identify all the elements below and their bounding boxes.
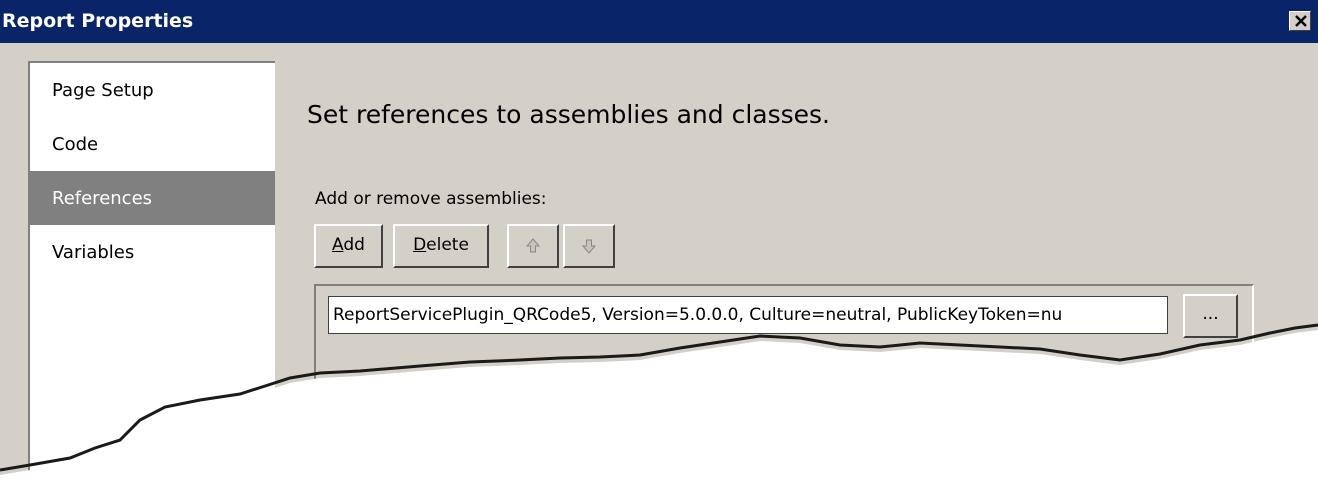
- add-button-mnemonic: A: [332, 235, 344, 255]
- properties-nav: Page Setup Code References Variables: [28, 61, 275, 497]
- delete-button-mnemonic: D: [413, 235, 427, 255]
- move-down-button[interactable]: [563, 224, 615, 268]
- move-up-button[interactable]: [507, 224, 559, 268]
- arrow-down-icon: [582, 239, 596, 254]
- close-icon: [1295, 15, 1307, 27]
- page-heading: Set references to assemblies and classes…: [307, 100, 830, 129]
- nav-item-code[interactable]: Code: [30, 117, 275, 171]
- nav-item-label: Page Setup: [52, 80, 154, 101]
- title-bar[interactable]: Report Properties: [0, 0, 1318, 43]
- delete-button-label: elete: [426, 235, 469, 255]
- nav-item-label: References: [52, 188, 153, 209]
- delete-button[interactable]: Delete: [393, 224, 489, 268]
- add-button-label: dd: [343, 235, 365, 255]
- browse-button[interactable]: ...: [1183, 294, 1238, 338]
- dialog-title: Report Properties: [2, 10, 194, 32]
- assemblies-label: Add or remove assemblies:: [315, 189, 547, 209]
- close-button[interactable]: [1289, 11, 1311, 31]
- nav-item-page-setup[interactable]: Page Setup: [30, 63, 275, 117]
- nav-item-label: Code: [52, 134, 99, 155]
- nav-item-references[interactable]: References: [30, 171, 275, 225]
- nav-item-variables[interactable]: Variables: [30, 225, 275, 279]
- arrow-up-icon: [526, 238, 540, 253]
- add-button[interactable]: Add: [314, 224, 383, 268]
- nav-item-label: Variables: [52, 242, 135, 263]
- report-properties-dialog: Report Properties Page Setup Code Refere…: [0, 0, 1318, 497]
- assembly-reference-field[interactable]: ReportServicePlugin_QRCode5, Version=5.0…: [328, 296, 1168, 334]
